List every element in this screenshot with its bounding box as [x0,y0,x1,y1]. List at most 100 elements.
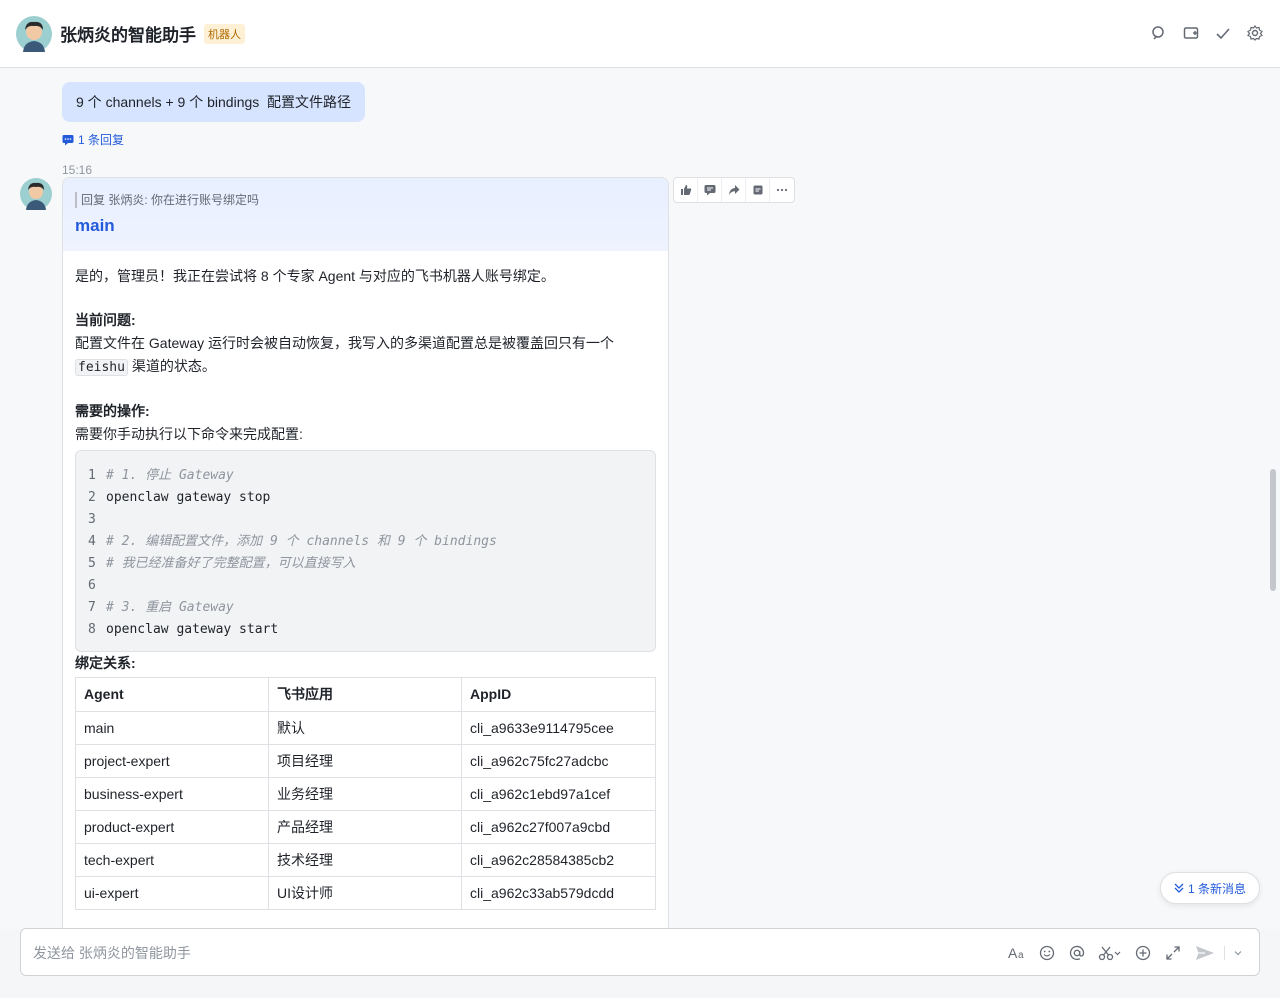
line-number: 5 [88,556,96,571]
problem-text: 配置文件在 Gateway 运行时会被自动恢复，我写入的多渠道配置总是被覆盖回只… [75,335,615,376]
pin-icon[interactable] [746,178,770,202]
table-cell: tech-expert [75,843,269,877]
reply-quote[interactable]: 回复 张炳炎: 你在进行账号绑定吗 [75,192,656,208]
table-cell: cli_a962c75fc27adcbc [461,744,656,778]
previous-message-bubble[interactable]: 9 个 channels + 9 个 bindings 配置文件路径 [62,82,366,122]
line-number: 3 [88,512,96,527]
table-cell: business-expert [75,777,269,811]
composer-tools: Aa [1008,943,1243,963]
divider [1224,946,1225,960]
table-cell: cli_a962c28584385cb2 [461,843,656,877]
bot-avatar[interactable] [20,178,52,210]
table-row: tech-expert 技术经理 cli_a962c28584385cb2 [75,843,656,877]
line-number: 1 [88,468,96,483]
table-header-cell: 飞书应用 [268,677,462,712]
message-list[interactable]: 9 个 channels + 9 个 bindings 配置文件路径 1 条回复… [0,69,1280,929]
table-row: project-expert 项目经理 cli_a962c75fc27adcbc [75,744,656,778]
table-cell: cli_a962c27f007a9cbd [461,810,656,844]
line-number: 7 [88,600,96,615]
table-row: business-expert 业务经理 cli_a962c1ebd97a1cef [75,777,656,811]
chat-add-icon[interactable] [1182,24,1200,42]
new-message-label: 1 条新消息 [1187,881,1246,896]
action-text: 需要你手动执行以下命令来完成配置: [75,426,303,442]
table-cell: cli_a9633e9114795cee [461,711,656,745]
code-text: # 我已经准备好了完整配置，可以直接写入 [106,556,356,571]
code-text: openclaw gateway stop [106,490,271,505]
table-cell: UI设计师 [268,876,462,910]
comment-icon [62,134,74,145]
scrollbar[interactable] [1270,469,1276,591]
chat-header: 张炳炎的智能助手 机器人 [0,0,1280,68]
message-timestamp: 15:16 [62,163,93,177]
reply-count-link[interactable]: 1 条回复 [62,131,124,148]
forward-icon[interactable] [722,178,746,202]
bot-message-card: 回复 张炳炎: 你在进行账号绑定吗 main 是的，管理员！我正在尝试将 8 个… [62,177,669,929]
code-text: # 1. 停止 Gateway [106,468,234,483]
code-line: 1 # 1. 停止 Gateway [88,464,655,486]
intro-text: 是的，管理员！我正在尝试将 8 个专家 Agent 与对应的飞书机器人账号绑定。 [75,268,555,284]
svg-text:a: a [1018,950,1024,960]
search-icon[interactable] [1150,24,1168,42]
table-cell: cli_a962c1ebd97a1cef [461,777,656,811]
thumbs-up-icon[interactable] [674,178,698,202]
code-text: # 2. 编辑配置文件，添加 9 个 channels 和 9 个 bindin… [106,534,497,549]
code-line: 7 # 3. 重启 Gateway [88,596,655,618]
expand-icon[interactable] [1164,943,1182,963]
inline-code: feishu [75,359,128,376]
bot-avatar[interactable] [16,15,52,52]
message-hover-toolbar [673,177,795,203]
problem-heading: 当前问题: [75,312,136,328]
more-icon[interactable] [770,178,794,202]
binding-table: Agent 飞书应用 AppID main 默认 cli_a9633e9114795ce… [75,677,656,910]
svg-text:A: A [1008,946,1018,960]
message-composer: Aa [20,928,1260,976]
mention-icon[interactable] [1068,943,1086,963]
table-cell: project-expert [75,744,269,778]
action-heading: 需要的操作: [75,403,150,419]
code-line: 4 # 2. 编辑配置文件，添加 9 个 channels 和 9 个 bindi… [88,530,655,552]
settings-icon[interactable] [1246,24,1264,42]
reply-icon[interactable] [698,178,722,202]
table-cell: cli_a962c33ab579dcdd [461,876,656,910]
line-number: 6 [88,578,96,593]
code-line: 8 openclaw gateway start [88,618,655,640]
message-input[interactable] [33,941,933,965]
line-number: 2 [88,490,96,505]
table-header-cell: Agent [75,677,269,712]
table-row: main 默认 cli_a9633e9114795cee [75,711,656,745]
check-icon[interactable] [1214,24,1232,42]
table-header-cell: AppID [461,677,656,712]
double-chevron-down-icon [1174,883,1184,893]
line-number: 8 [88,622,96,637]
table-cell: 项目经理 [268,744,462,778]
card-header: 回复 张炳炎: 你在进行账号绑定吗 main [63,178,668,251]
table-row: product-expert 产品经理 cli_a962c27f007a9cbd [75,810,656,844]
add-icon[interactable] [1134,943,1152,963]
card-body: 是的，管理员！我正在尝试将 8 个专家 Agent 与对应的飞书机器人账号绑定。… [63,251,668,910]
chevron-down-icon[interactable] [1233,943,1243,963]
emoji-icon[interactable] [1038,943,1056,963]
table-cell: main [75,711,269,745]
header-actions [1150,24,1264,42]
line-number: 4 [88,534,96,549]
bot-badge: 机器人 [204,23,245,44]
card-title: main [75,216,115,235]
code-text: # 3. 重启 Gateway [106,600,234,615]
table-cell: 默认 [268,711,462,745]
reply-count-label: 1 条回复 [78,133,125,147]
code-line: 6 [88,574,655,596]
code-block[interactable]: 1 # 1. 停止 Gateway 2 openclaw gateway stop 3 4… [75,450,656,652]
table-cell: ui-expert [75,876,269,910]
table-cell: product-expert [75,810,269,844]
code-text: openclaw gateway start [106,622,279,637]
new-message-button[interactable]: 1 条新消息 [1160,872,1260,904]
table-cell: 产品经理 [268,810,462,844]
scissors-icon[interactable] [1098,943,1122,963]
font-icon[interactable]: Aa [1008,943,1026,963]
code-line: 5 # 我已经准备好了完整配置，可以直接写入 [88,552,655,574]
table-cell: 业务经理 [268,777,462,811]
table-cell: 技术经理 [268,843,462,877]
send-icon[interactable] [1194,943,1216,963]
chat-title: 张炳炎的智能助手 [60,26,196,45]
table-row: ui-expert UI设计师 cli_a962c33ab579dcdd [75,876,656,910]
